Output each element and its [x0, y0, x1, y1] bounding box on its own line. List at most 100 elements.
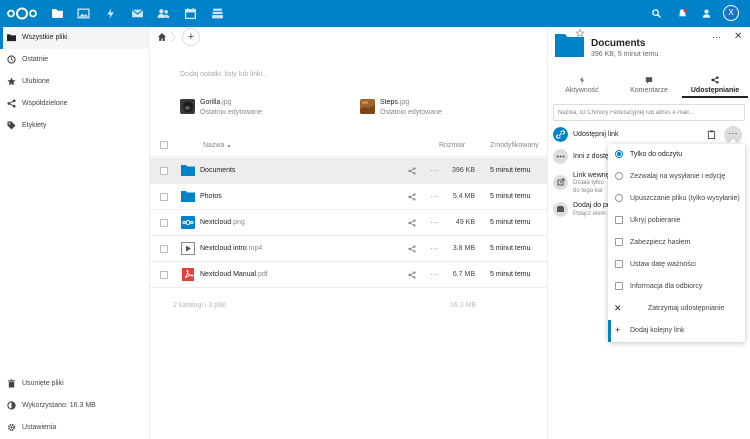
table-row[interactable]: Nextcloud.png ··· 49 KB 5 minut temu: [150, 210, 547, 236]
nav-tags[interactable]: Etykiety: [0, 115, 150, 137]
rich-workspace-placeholder[interactable]: Dodaj notatki, listy lub linki...: [180, 71, 268, 78]
nav-all-files[interactable]: Wszystkie pliki: [0, 27, 150, 49]
video-file-icon: [181, 242, 195, 255]
row-checkbox[interactable]: [160, 271, 168, 279]
row-checkbox[interactable]: [160, 219, 168, 227]
menu-item-label: Zabezpiecz hasłem: [630, 239, 691, 246]
file-name[interactable]: Photos: [200, 193, 222, 200]
file-name[interactable]: Nextcloud Manual.pdf: [200, 271, 268, 278]
activity-icon[interactable]: [104, 7, 117, 20]
menu-item-hide-download[interactable]: Ukryj pobieranie: [608, 210, 745, 232]
calendar-icon[interactable]: [184, 7, 197, 20]
search-icon[interactable]: [651, 8, 662, 19]
recent-file[interactable]: Steps.jpg Ostatnio edytowane: [360, 99, 520, 121]
nav-label: Wszystkie pliki: [22, 34, 68, 41]
more-actions-icon[interactable]: ···: [430, 218, 438, 227]
favorite-star-icon[interactable]: [576, 29, 584, 37]
share-icon[interactable]: [408, 245, 416, 253]
menu-item-read-only[interactable]: Tylko do odczytu: [608, 144, 745, 166]
column-name-header[interactable]: Nazwa ▲: [203, 142, 231, 149]
photos-icon[interactable]: [77, 7, 90, 20]
nav-deleted-files[interactable]: Usunięte pliki: [0, 373, 150, 395]
menu-item-password-protect[interactable]: Zabezpiecz hasłem: [608, 232, 745, 254]
files-icon[interactable]: [51, 7, 64, 20]
tab-comments[interactable]: Komentarze: [616, 74, 682, 98]
tab-activity[interactable]: Aktywność: [549, 74, 615, 98]
pdf-file-icon: [182, 268, 194, 281]
notifications-icon[interactable]: [677, 8, 688, 19]
share-icon[interactable]: [408, 219, 416, 227]
radio-button[interactable]: [615, 172, 623, 180]
share-icon[interactable]: [408, 271, 416, 279]
nextcloud-logo[interactable]: [6, 7, 38, 20]
nav-recent[interactable]: Ostatnie: [0, 49, 150, 71]
column-size-header[interactable]: Rozmiar: [439, 142, 465, 149]
share-icon[interactable]: [408, 193, 416, 201]
menu-item-allow-upload-edit[interactable]: Zezwalaj na wysyłanie i edycję: [608, 166, 745, 188]
menu-item-note-to-recipient[interactable]: Informacja dla odbiorcy: [608, 276, 745, 298]
tag-icon: [7, 121, 16, 130]
nav-settings[interactable]: Ustawienia: [0, 417, 150, 439]
panel-more-icon[interactable]: ···: [712, 32, 721, 42]
menu-item-stop-sharing[interactable]: ✕ Zatrzymaj udostępnianie: [608, 298, 745, 320]
menu-item-expiration-date[interactable]: Ustaw datę ważności: [608, 254, 745, 276]
select-all-checkbox[interactable]: [160, 141, 168, 149]
more-actions-icon[interactable]: ···: [430, 166, 438, 175]
user-avatar[interactable]: X: [723, 5, 739, 21]
table-row[interactable]: Photos ··· 5.4 MB 5 minut temu: [150, 184, 547, 210]
checkbox[interactable]: [615, 238, 623, 246]
radio-button[interactable]: [615, 150, 623, 158]
tab-label: Aktywność: [565, 87, 599, 94]
new-button[interactable]: +: [182, 28, 200, 46]
file-name[interactable]: Nextcloud intro.mp4: [200, 245, 262, 252]
radio-button[interactable]: [615, 194, 623, 202]
row-checkbox[interactable]: [160, 245, 168, 253]
tab-sharing[interactable]: Udostępnianie: [682, 74, 748, 98]
add-to-project-sub: Połącz elem: [573, 211, 606, 217]
nav-label: Ulubione: [22, 78, 50, 85]
checkbox[interactable]: [615, 260, 623, 268]
checkbox[interactable]: [615, 216, 623, 224]
mail-icon[interactable]: [131, 7, 144, 20]
recent-file[interactable]: Gorilla.jpg Ostatnio edytowane: [180, 99, 340, 121]
contacts-icon[interactable]: [157, 7, 170, 20]
checkbox[interactable]: [615, 282, 623, 290]
menu-item-label: Dodaj kolejny link: [630, 327, 685, 334]
share-search-input[interactable]: [553, 104, 745, 121]
nav-favorites[interactable]: Ulubione: [0, 71, 150, 93]
table-row[interactable]: Nextcloud Manual.pdf ··· 6.7 MB 5 minut …: [150, 262, 547, 288]
clipboard-icon[interactable]: [707, 130, 716, 139]
home-icon[interactable]: [157, 32, 167, 42]
share-link-entry[interactable]: Udostępnij link: [553, 127, 750, 143]
more-actions-icon[interactable]: ···: [430, 192, 438, 201]
file-list-header: Nazwa ▲ Rozmiar Zmodyfikowany: [150, 133, 547, 157]
row-checkbox[interactable]: [160, 167, 168, 175]
folder-icon: [7, 34, 16, 42]
table-row[interactable]: Documents ··· 396 KB 5 minut temu: [150, 158, 547, 184]
file-name[interactable]: Nextcloud.png: [200, 219, 245, 226]
file-modified: 5 minut temu: [490, 219, 531, 226]
panel-title: Documents: [591, 38, 646, 49]
nav-shared[interactable]: Współdzielone: [0, 93, 150, 115]
contacts-menu-icon[interactable]: [701, 8, 712, 19]
tab-label: Udostępnianie: [690, 87, 740, 94]
close-icon[interactable]: ✕: [734, 31, 742, 42]
file-modified: 5 minut temu: [490, 193, 531, 200]
menu-item-add-another-link[interactable]: + Dodaj kolejny link: [608, 320, 745, 342]
share-link-label: Udostępnij link: [573, 131, 619, 138]
comment-icon: [645, 77, 653, 84]
table-row[interactable]: Nextcloud intro.mp4 ··· 3.8 MB 5 minut t…: [150, 236, 547, 262]
menu-item-label: Ustaw datę ważności: [630, 261, 696, 268]
row-checkbox[interactable]: [160, 193, 168, 201]
more-actions-icon[interactable]: ···: [430, 270, 438, 279]
deck-icon[interactable]: [211, 7, 224, 20]
star-icon: [7, 77, 16, 86]
file-size: 49 KB: [455, 219, 475, 226]
column-modified-header[interactable]: Zmodyfikowany: [490, 142, 539, 149]
share-icon[interactable]: [408, 167, 416, 175]
more-actions-icon[interactable]: ···: [430, 244, 438, 253]
file-name[interactable]: Documents: [200, 167, 235, 174]
file-size: 6.7 MB: [452, 271, 475, 278]
menu-item-file-drop[interactable]: Upuszczanie pliku (tylko wysyłanie): [608, 188, 745, 210]
share-icon: [7, 99, 16, 108]
